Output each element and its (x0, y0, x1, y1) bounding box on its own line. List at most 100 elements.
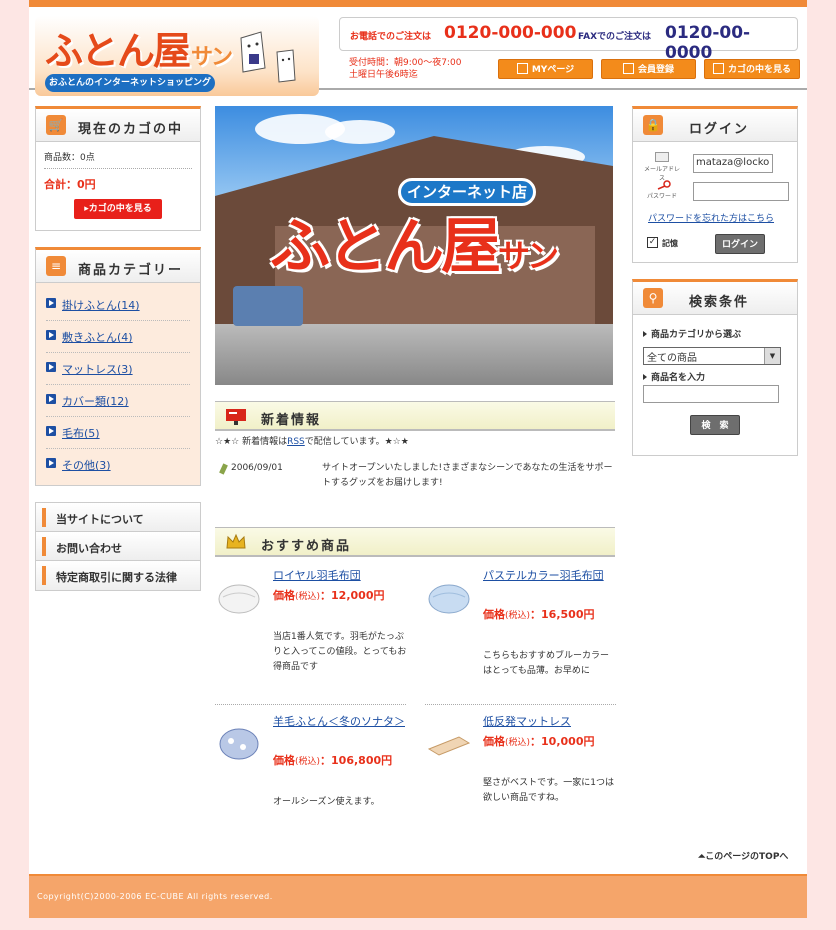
arrow-bullet-icon (46, 426, 56, 436)
page: ふとん屋サン おふとんのインターネットショッピング お電話でのご注文は 0120… (29, 0, 807, 918)
rss-link[interactable]: RSS (287, 437, 305, 447)
category-title: 商品カテゴリー (78, 263, 184, 278)
copyright: Copyright(C)2000-2006 EC-CUBE All rights… (37, 892, 273, 901)
product-card: 低反発マットレス 価格(税込)：10,000円 堅さがベストです。一家に1つは欲… (425, 707, 616, 847)
login-button[interactable]: ログイン (715, 234, 765, 254)
category-item[interactable]: カバー類(12) (46, 385, 190, 417)
recommend-header: おすすめ商品 (215, 527, 615, 557)
category-select[interactable]: 全ての商品 ▼ (643, 347, 781, 365)
cart-count: 商品数：0点 (44, 150, 192, 169)
register-button[interactable]: 会員登録 (601, 59, 696, 79)
product-desc: 堅さがベストです。一家に1つは欲しい商品ですね。 (483, 778, 615, 803)
product-image[interactable] (217, 579, 261, 617)
category-icon: ≡ (46, 256, 66, 276)
email-input[interactable]: mataza@locko (693, 154, 773, 173)
category-item[interactable]: 掛けふとん(14) (46, 289, 190, 321)
top-bar (29, 0, 807, 7)
cart-box-header: 🛒 現在のカゴの中 (36, 109, 200, 142)
category-item[interactable]: 毛布(5) (46, 417, 190, 449)
left-column: 🛒 現在のカゴの中 商品数：0点 合計：0円 ▸カゴの中を見る ≡ 商品カテゴリ… (35, 106, 201, 591)
forgot-password-link[interactable]: パスワードを忘れた方はこちら (648, 211, 774, 224)
chevron-down-icon: ▼ (764, 348, 780, 364)
product-desc: オールシーズン使えます。 (273, 797, 380, 807)
view-cart-button[interactable]: ▸カゴの中を見る (74, 199, 162, 219)
truck-image (233, 286, 303, 326)
arrow-bullet-icon (46, 330, 56, 340)
arrow-bullet-icon (46, 458, 56, 468)
arrow-bullet-icon (46, 298, 56, 308)
back-to-top-link[interactable]: ⏶このページのTOPへ (698, 849, 788, 862)
hero-title: ふとん屋サン (270, 212, 559, 282)
key-icon (657, 180, 671, 190)
view-cart-header-button[interactable]: カゴの中を見る (704, 59, 800, 79)
login-header: 🔒 ログイン (633, 109, 797, 142)
nav-contact[interactable]: お問い合わせ (36, 532, 200, 561)
phone-number: 0120-000-000 (444, 23, 577, 43)
crown-icon (226, 533, 246, 549)
product-name-input[interactable] (643, 385, 779, 403)
mypage-button[interactable]: MYページ (498, 59, 593, 79)
product-image[interactable] (427, 725, 471, 763)
leaf-icon (219, 463, 228, 475)
cart-icon (712, 63, 724, 74)
news-header: 新着情報 (215, 401, 615, 431)
news-item: 2006/09/01 サイトオープンいたしました!さまざまなシーンであなたの生活… (215, 461, 615, 511)
cart-icon: 🛒 (46, 115, 66, 135)
product-image[interactable] (427, 579, 471, 617)
product-price: 価格(税込)：12,000円 (273, 589, 385, 602)
logo-subtitle: おふとんのインターネットショッピング (45, 74, 215, 92)
right-column: 🔒 ログイン メールアドレス mataza@locko パスワード パスワードを… (632, 106, 798, 472)
product-card: パステルカラー羽毛布団 価格(税込)：16,500円 こちらもおすすめブルーカラ… (425, 561, 616, 701)
category-item[interactable]: その他(3) (46, 449, 190, 481)
mypage-icon (516, 63, 528, 74)
cart-title: 現在のカゴの中 (78, 122, 184, 137)
product-name-link[interactable]: ロイヤル羽毛布団 (273, 567, 407, 585)
search-icon: ⚲ (643, 288, 663, 308)
product-price: 価格(税込)：16,500円 (483, 608, 595, 621)
category-item[interactable]: マットレス(3) (46, 353, 190, 385)
mascot-icon (240, 31, 296, 83)
product-desc: 当店1番人気です。羽毛がたっぷりと入ってこの値段。とってもお得商品です (273, 632, 407, 672)
category-box: ≡ 商品カテゴリー 掛けふとん(14) 敷きふとん(4) マットレス(3) カバ… (35, 247, 201, 486)
info-nav: 当サイトについて お問い合わせ 特定商取引に関する法律 (35, 502, 201, 591)
fax-number: 0120-00-0000 (665, 23, 751, 63)
news-text: サイトオープンいたしました!さまざまなシーンであなたの生活をサポートするグッズを… (322, 463, 613, 488)
rss-notice: ☆★☆ 新着情報はRSSで配信しています。★☆★ (215, 437, 409, 447)
remember-checkbox[interactable]: ✓ (647, 237, 658, 248)
category-item[interactable]: 敷きふとん(4) (46, 321, 190, 353)
nav-about[interactable]: 当サイトについて (36, 503, 200, 532)
product-price: 価格(税込)：10,000円 (483, 735, 595, 748)
product-image[interactable] (217, 725, 261, 763)
nav-legal[interactable]: 特定商取引に関する法律 (36, 561, 200, 590)
remember-label: 記憶 (662, 239, 678, 248)
password-input[interactable] (693, 182, 789, 201)
product-name-link[interactable]: 低反発マットレス (483, 713, 617, 731)
business-hours: 受付時間：朝9:00～夜7:00 土曜日午後6時迄 (349, 58, 462, 80)
product-name-link[interactable]: 羊毛ふとん＜冬のソナタ＞ (273, 713, 407, 731)
cart-total: 合計：0円 (44, 178, 96, 191)
arrow-bullet-icon (46, 394, 56, 404)
main-column: インターネット店 ふとん屋サン 新着情報 ☆★☆ 新着情報はRSSで配信していま… (215, 106, 616, 841)
fax-label: FAXでのご注文は (578, 32, 652, 42)
category-box-header: ≡ 商品カテゴリー (36, 250, 200, 283)
category-select-label: 商品カテゴリから選ぶ (643, 327, 741, 340)
recommend-grid: ロイヤル羽毛布団 価格(税込)：12,000円 当店1番人気です。羽毛がたっぷり… (215, 561, 616, 841)
product-name-label: 商品名を入力 (643, 370, 705, 383)
header: ふとん屋サン おふとんのインターネットショッピング お電話でのご注文は 0120… (29, 7, 807, 96)
search-header: ⚲ 検索条件 (633, 282, 797, 315)
product-card: 羊毛ふとん＜冬のソナタ＞ 価格(税込)：106,800円 オールシーズン使えます… (215, 707, 406, 847)
site-logo[interactable]: ふとん屋サン おふとんのインターネットショッピング (35, 16, 319, 96)
product-name-link[interactable]: パステルカラー羽毛布団 (483, 567, 617, 585)
product-card: ロイヤル羽毛布団 価格(税込)：12,000円 当店1番人気です。羽毛がたっぷり… (215, 561, 406, 701)
search-button[interactable]: 検 索 (690, 415, 740, 435)
search-box: ⚲ 検索条件 商品カテゴリから選ぶ 全ての商品 ▼ 商品名を入力 検 索 (632, 279, 798, 456)
arrow-bullet-icon (46, 362, 56, 372)
mailbox-icon (226, 409, 246, 425)
phone-label: お電話でのご注文は (350, 32, 432, 42)
member-icon (622, 63, 634, 74)
login-box: 🔒 ログイン メールアドレス mataza@locko パスワード パスワードを… (632, 106, 798, 263)
product-price: 価格(税込)：106,800円 (273, 754, 393, 767)
contact-box: お電話でのご注文は 0120-000-000 FAXでのご注文は 0120-00… (339, 17, 798, 63)
footer: Copyright(C)2000-2006 EC-CUBE All rights… (29, 874, 807, 918)
mail-icon (655, 152, 669, 162)
